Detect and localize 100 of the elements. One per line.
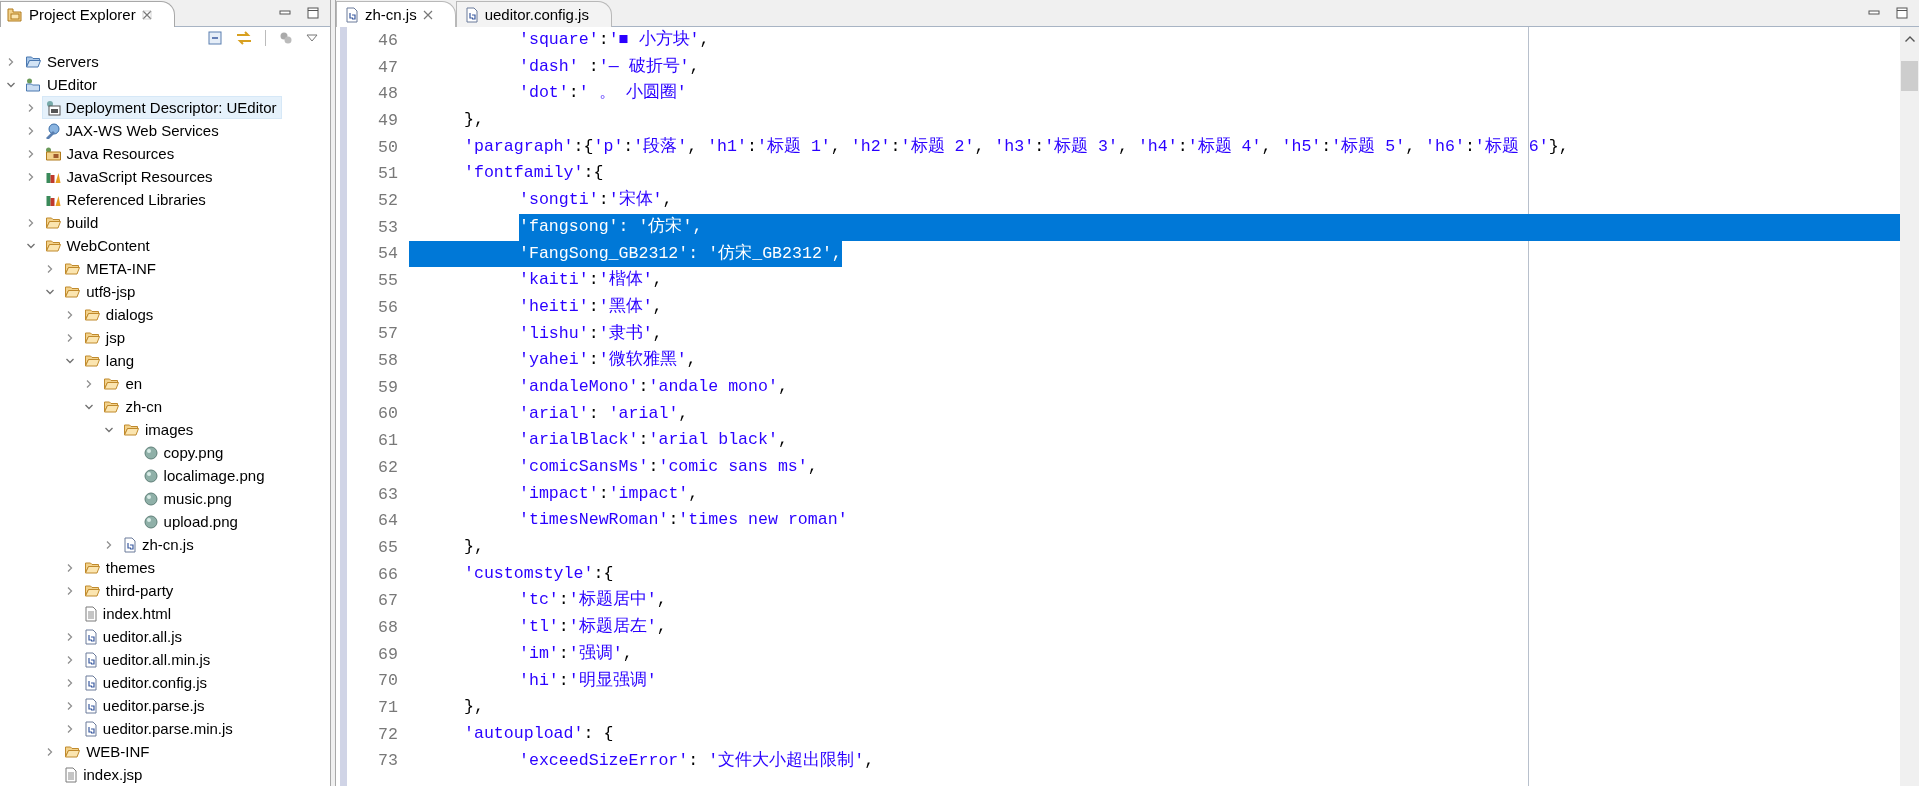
code-line: 'paragraph':{'p':'段落', 'h1':'标题 1', 'h2':'标题 2', 'h3':'标题 3', 'h4':'标题 4', 'h5':'标题 5', 'h6':'标题 6'},: [463, 135, 1570, 158]
tree-item[interactable]: ueditor.parse.js: [80, 694, 210, 717]
tree-item[interactable]: jsp: [80, 326, 130, 349]
line-number: 50: [377, 137, 399, 157]
tree-item[interactable]: upload.png: [139, 510, 243, 533]
tree-item-label: themes: [105, 559, 155, 576]
folder-icon: [123, 422, 140, 437]
maximize-icon[interactable]: [306, 6, 320, 20]
vertical-scrollbar[interactable]: [1900, 27, 1919, 786]
tree-item[interactable]: build: [41, 211, 104, 234]
expand-chevron-icon[interactable]: [6, 56, 16, 67]
tree-item[interactable]: zh-cn.js: [120, 533, 199, 556]
tree-item[interactable]: WebContent: [41, 234, 155, 257]
line-number: 72: [377, 724, 399, 744]
tree-item-label: WEB-INF: [86, 743, 150, 760]
collapse-all-icon[interactable]: [207, 30, 223, 46]
code-line: 'tl':'标题居左',: [518, 616, 668, 639]
line-number: 73: [377, 751, 399, 771]
tree-item[interactable]: Deployment Descriptor: UEditor: [41, 96, 282, 119]
tree-item[interactable]: WEB-INF: [61, 740, 155, 763]
tree-item[interactable]: ueditor.all.min.js: [80, 648, 216, 671]
tree-item[interactable]: lang: [80, 349, 140, 372]
folder-icon: [83, 330, 101, 345]
line-number: 57: [377, 324, 399, 344]
maximize-icon[interactable]: [1895, 6, 1909, 20]
tree-item[interactable]: UEditor: [22, 73, 103, 96]
code-line: 'comicSansMs':'comic sans ms',: [518, 456, 819, 478]
tree-item[interactable]: Java Resources: [41, 142, 180, 165]
folder-icon: [44, 215, 62, 230]
js-file-icon: [345, 6, 359, 23]
close-icon[interactable]: [141, 9, 152, 20]
code-line: 'hi':'明显强调': [518, 669, 658, 692]
tree-item-label: zh-cn: [125, 398, 163, 415]
tree-item[interactable]: ueditor.config.js: [80, 671, 213, 694]
tree-item[interactable]: dialogs: [80, 303, 159, 326]
folder-icon: [83, 583, 101, 598]
line-number: 70: [377, 671, 399, 691]
editor-tab[interactable]: ueditor.config.js: [455, 1, 612, 27]
image-file-icon: [142, 467, 159, 484]
scroll-thumb[interactable]: [1901, 61, 1918, 91]
image-file-icon: [142, 490, 159, 507]
project-icon: [25, 77, 42, 92]
js-file-icon: [83, 674, 98, 691]
folder-icon: [64, 744, 82, 759]
tree-item-label: Java Resources: [66, 145, 175, 162]
folder-icon: [83, 307, 101, 322]
tree-item[interactable]: JavaScript Resources: [41, 165, 218, 188]
close-icon[interactable]: [422, 9, 433, 20]
folder-icon: [44, 238, 62, 253]
package-folder-icon: [44, 146, 62, 161]
code-line: 'tc':'标题居中',: [518, 589, 668, 612]
code-line: 'dash' :'— 破折号',: [518, 55, 701, 78]
descriptor-icon: [44, 99, 61, 116]
tree-item[interactable]: localimage.png: [139, 464, 270, 487]
line-number: 65: [377, 537, 399, 557]
tree-item-label: zh-cn.js: [142, 536, 194, 553]
tree-item-label: Deployment Descriptor: UEditor: [65, 99, 277, 116]
tree-item-label: dialogs: [105, 306, 154, 323]
code-line: 'lishu':'隶书',: [518, 322, 664, 345]
line-number: 71: [377, 698, 399, 718]
tree-item[interactable]: index.jsp: [61, 763, 148, 786]
tree-item[interactable]: en: [100, 372, 148, 395]
tree-item[interactable]: JAX-WS Web Services: [41, 119, 224, 142]
code-line: 'square':'■ 小方块',: [518, 29, 711, 51]
code-line: 'im':'强调',: [518, 642, 634, 665]
tree-item[interactable]: META-INF: [61, 257, 161, 280]
tree-item[interactable]: images: [120, 418, 199, 441]
tree-item-label: index.jsp: [83, 766, 143, 783]
js-file-icon: [83, 651, 98, 668]
tree-item[interactable]: copy.png: [139, 441, 229, 464]
folder-icon: [64, 284, 82, 299]
line-number: 58: [377, 351, 399, 371]
tree-item[interactable]: third-party: [80, 579, 179, 602]
tree-item[interactable]: music.png: [139, 487, 237, 510]
tree-item-label: music.png: [163, 490, 232, 507]
code-line: 'timesNewRoman':'times new roman': [518, 509, 849, 532]
tree-item[interactable]: ueditor.all.js: [80, 625, 187, 648]
expand-chevron-icon[interactable]: [104, 539, 114, 550]
code-line: 'arialBlack':'arial black',: [518, 429, 789, 452]
scroll-up-icon[interactable]: [1903, 35, 1916, 43]
tree-item-label: Servers: [47, 53, 99, 70]
tree-item[interactable]: index.html: [80, 602, 177, 625]
tree-item-label: ueditor.config.js: [102, 674, 208, 691]
code-line: 'kaiti':'楷体',: [518, 269, 664, 292]
link-arrows-icon[interactable]: [235, 30, 253, 46]
tree-item-label: ueditor.parse.js: [102, 697, 205, 714]
tree-item-label: Referenced Libraries: [66, 191, 206, 208]
view-menu-icon[interactable]: [306, 34, 318, 42]
tree-item[interactable]: themes: [80, 556, 160, 579]
tree-item[interactable]: Servers: [22, 50, 104, 73]
editor-tab[interactable]: zh-cn.js: [336, 1, 456, 27]
tree-item-label: en: [125, 375, 143, 392]
line-number: 48: [377, 84, 399, 104]
tree-item[interactable]: utf8-jsp: [61, 280, 141, 303]
tree-item-label: JavaScript Resources: [66, 168, 213, 185]
tree-item[interactable]: zh-cn: [100, 395, 168, 418]
line-number: 60: [377, 404, 399, 424]
panel-tab[interactable]: Project Explorer: [0, 1, 175, 27]
tree-item[interactable]: Referenced Libraries: [41, 188, 211, 211]
tree-item[interactable]: ueditor.parse.min.js: [80, 717, 238, 740]
